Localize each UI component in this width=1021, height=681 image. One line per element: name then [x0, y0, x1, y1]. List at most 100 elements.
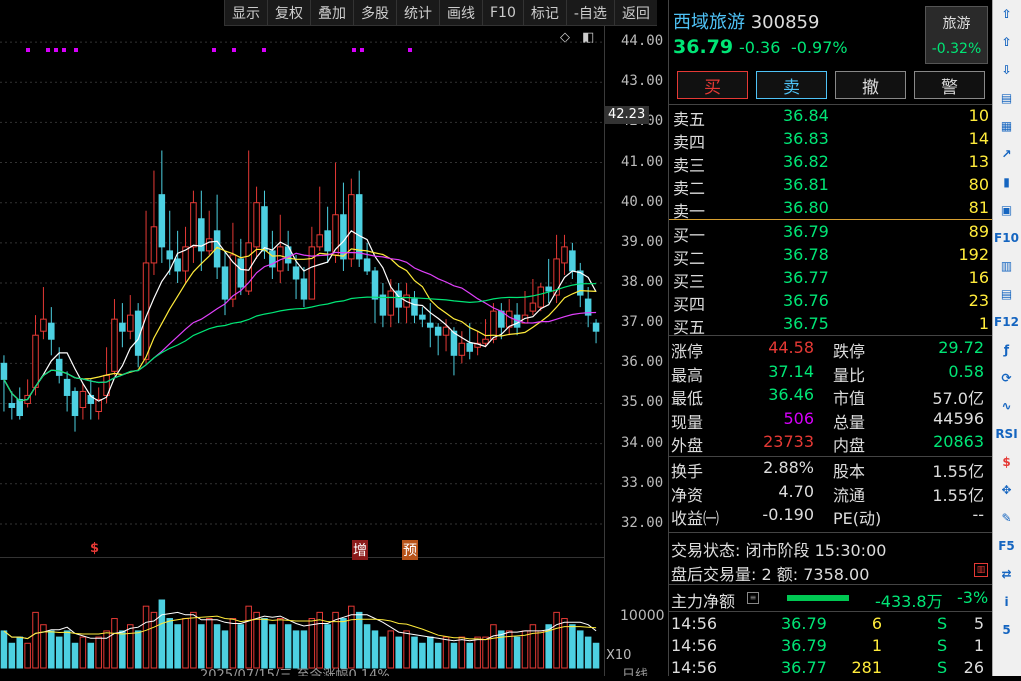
volume-bar [292, 630, 300, 669]
main-flow-value: -433.8万 [875, 592, 943, 611]
volume-bar [32, 611, 39, 669]
stat-value-inner: 20863 [933, 432, 984, 451]
bid-row[interactable]: 买二 36.78 192 [669, 245, 993, 268]
orderbook-price: 36.82 [783, 152, 829, 171]
ask-row[interactable]: 卖五 36.84 10 [669, 106, 993, 129]
bid-row[interactable]: 买三 36.77 16 [669, 268, 993, 291]
stat-label-outer: 外盘 [671, 436, 704, 455]
sell-button[interactable]: 卖 [756, 71, 827, 99]
signal-dot [352, 48, 356, 52]
bid-row[interactable]: 买四 36.76 23 [669, 291, 993, 314]
volume-bar [237, 624, 245, 669]
move-icon[interactable]: ✥ [993, 476, 1020, 504]
buy-button[interactable]: 买 [677, 71, 748, 99]
bid-row[interactable]: 买一 36.79 89 [669, 222, 993, 245]
f12-icon[interactable]: F12 [993, 308, 1020, 336]
5-text[interactable]: 5 [993, 616, 1020, 644]
price-axis-label: 33.00 [621, 474, 664, 491]
volume-bar [229, 618, 237, 669]
ask-row[interactable]: 卖四 36.83 14 [669, 129, 993, 152]
candle-icon[interactable]: ▮ [993, 168, 1020, 196]
stat-label-high: 最高 [671, 365, 704, 385]
bar-icon[interactable]: ▥ [993, 252, 1020, 280]
swap-icon[interactable]: ⇄ [993, 560, 1020, 588]
window-icon[interactable]: ▣ [993, 196, 1020, 224]
trade-actions: 买 卖 撤 警 [677, 71, 985, 99]
main-flow-bar [787, 595, 849, 601]
kline-chart-area[interactable]: 显示复权叠加多股统计画线F10标记-自选返回 44.0043.0042.0041… [0, 0, 668, 676]
candle-body [55, 358, 63, 376]
wave-icon[interactable]: ∿ [993, 392, 1020, 420]
volume-bar [403, 630, 410, 669]
candle-body [111, 318, 118, 372]
stat-value-cur_vol: 506 [783, 408, 814, 428]
volume-bar [245, 605, 252, 669]
candle-body [166, 250, 173, 260]
refresh-icon[interactable]: ⟳ [993, 364, 1020, 392]
candle-body [482, 338, 489, 344]
candle-body [174, 258, 181, 272]
grid-icon[interactable]: ▦ [993, 112, 1020, 140]
candle-body [450, 330, 458, 356]
cancel-order-button[interactable]: 撤 [835, 71, 906, 99]
orderbook-label: 买二 [673, 249, 706, 268]
orderbook-price: 36.76 [783, 291, 829, 310]
main-flow-menu-icon[interactable]: ≡ [747, 592, 759, 604]
chart-mini-icon[interactable]: ▥ [974, 563, 988, 577]
candle-body [371, 270, 379, 300]
candle-body [316, 234, 324, 248]
price-axis-label: 36.00 [621, 354, 664, 371]
trend-icon[interactable]: ↗ [993, 140, 1020, 168]
candle-body [308, 246, 316, 300]
after-hours-volume: 盘后交易量: 2 额: 7358.00 [671, 565, 870, 584]
event-marker-dollar[interactable]: $ [90, 541, 99, 556]
event-marker-forecast[interactable]: 预 [402, 540, 418, 560]
arrow-down-icon[interactable]: ⇩ [993, 56, 1020, 84]
dollar-icon[interactable]: $ [993, 448, 1020, 476]
divider [669, 532, 993, 533]
sector-box[interactable]: 旅游 -0.32% [925, 6, 988, 64]
stock-title: 西域旅游 300859 [673, 8, 819, 34]
volume-bar [284, 624, 292, 669]
price-axis-label: 32.00 [621, 514, 664, 531]
event-marker-increase[interactable]: 增 [352, 540, 368, 560]
trade-time: 14:56 [671, 636, 718, 655]
orderbook-label: 卖四 [673, 133, 706, 152]
volume-bar [16, 636, 23, 669]
ask-row[interactable]: 卖二 36.81 80 [669, 175, 993, 198]
formula-icon[interactable]: ƒ [993, 336, 1020, 364]
i-text[interactable]: i [993, 588, 1020, 616]
orderbook-price: 36.83 [783, 129, 829, 148]
volume-bar [261, 618, 268, 669]
ask-row[interactable]: 卖一 36.80 81 [669, 198, 993, 221]
rsi-icon[interactable]: RSI [993, 420, 1020, 448]
price-change: -0.36 [739, 38, 781, 57]
volume-bar [48, 630, 55, 669]
volume-bar [24, 642, 31, 669]
price-axis-label: 35.00 [621, 394, 664, 411]
volume-bar [490, 624, 497, 669]
book-icon[interactable]: ▤ [993, 280, 1020, 308]
trade-time: 14:56 [671, 614, 718, 633]
ask-row[interactable]: 卖三 36.82 13 [669, 152, 993, 175]
arrow-up-icon[interactable]: ⇧ [993, 28, 1020, 56]
orderbook-vol: 80 [968, 175, 989, 194]
stat-value-limit_down: 29.72 [938, 338, 984, 357]
candle-body [442, 326, 450, 336]
f5-icon[interactable]: F5 [993, 532, 1020, 560]
pencil-icon[interactable]: ✎ [993, 504, 1020, 532]
arrow-up-icon[interactable]: ⇧ [993, 0, 1020, 28]
toolbar-btn-9[interactable]: 返回 [613, 0, 657, 26]
right-toolbar: ⇧ ⇧ ⇩ ▤ ▦ ↗ ▮ ▣ F10 ▥ ▤ F12 ƒ ⟳ ∿ RSI $ ✥ ✎ F5 ⇄ i 5 [992, 0, 1021, 676]
bid-row[interactable]: 买五 36.75 1 [669, 314, 993, 337]
candle-body [79, 390, 87, 408]
trade-price: 36.79 [781, 614, 827, 633]
alert-button[interactable]: 警 [914, 71, 985, 99]
f10-icon[interactable]: F10 [993, 224, 1020, 252]
candle-body [71, 390, 79, 417]
list-icon[interactable]: ▤ [993, 84, 1020, 112]
volume-bar [269, 624, 276, 669]
divider [669, 335, 993, 336]
price-axis-label: 34.00 [621, 434, 664, 451]
main-flow-label: 主力净额 [671, 592, 736, 611]
